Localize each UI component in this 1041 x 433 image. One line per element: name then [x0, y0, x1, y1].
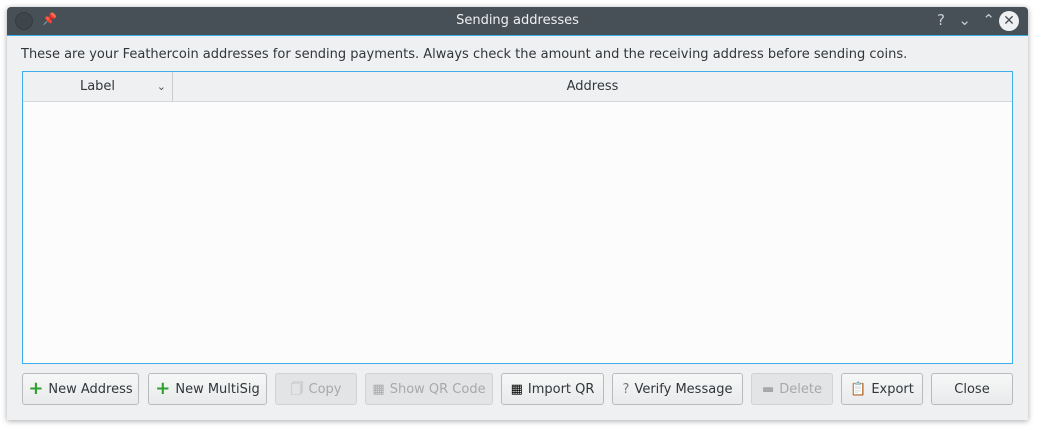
copy-label: Copy: [308, 381, 342, 397]
maximize-button[interactable]: ⌃: [982, 11, 995, 29]
import-qr-button[interactable]: ▦ Import QR: [501, 373, 604, 405]
column-header-address[interactable]: Address: [173, 72, 1012, 101]
clipboard-icon: 📋: [850, 381, 867, 397]
delete-label: Delete: [779, 381, 822, 397]
copy-button[interactable]: 🗍 Copy: [275, 373, 357, 405]
title-bar: 📌 Sending addresses ? ⌄ ⌃ ✕: [7, 7, 1028, 36]
close-window-button[interactable]: ✕: [999, 11, 1019, 31]
plus-icon: +: [28, 378, 44, 399]
qr-code-icon: ▦: [372, 381, 385, 397]
copy-icon: 🗍: [290, 381, 304, 397]
export-button[interactable]: 📋 Export: [841, 373, 923, 405]
window-title: Sending addresses: [456, 13, 579, 28]
delete-button[interactable]: ▬ Delete: [751, 373, 833, 405]
address-table[interactable]: Label ⌄ Address: [22, 71, 1013, 364]
column-header-label[interactable]: Label ⌄: [23, 72, 173, 101]
delete-icon: ▬: [761, 381, 775, 397]
show-qr-label: Show QR Code: [389, 381, 486, 397]
table-header: Label ⌄ Address: [23, 72, 1012, 102]
description-text: These are your Feathercoin addresses for…: [21, 47, 908, 62]
dialog-window: 📌 Sending addresses ? ⌄ ⌃ ✕ These are yo…: [7, 7, 1028, 420]
show-qr-code-button[interactable]: ▦ Show QR Code: [365, 373, 493, 405]
minimize-button[interactable]: ⌄: [958, 11, 971, 29]
verify-label: Verify Message: [634, 381, 733, 397]
export-label: Export: [871, 381, 914, 397]
verify-message-button[interactable]: ? Verify Message: [612, 373, 743, 405]
qr-code-icon: ▦: [510, 381, 523, 397]
help-button[interactable]: ?: [937, 11, 945, 29]
new-address-button[interactable]: + New Address: [22, 373, 139, 405]
close-button[interactable]: Close: [931, 373, 1013, 405]
sort-chevron-icon: ⌄: [156, 80, 166, 93]
new-multisig-button[interactable]: + New MultiSig: [148, 373, 267, 405]
new-multisig-label: New MultiSig: [175, 381, 260, 397]
new-address-label: New Address: [48, 381, 133, 397]
plus-icon: +: [155, 378, 171, 399]
import-qr-label: Import QR: [527, 381, 595, 397]
question-icon: ?: [622, 381, 630, 397]
column-label-text: Label: [79, 79, 116, 94]
